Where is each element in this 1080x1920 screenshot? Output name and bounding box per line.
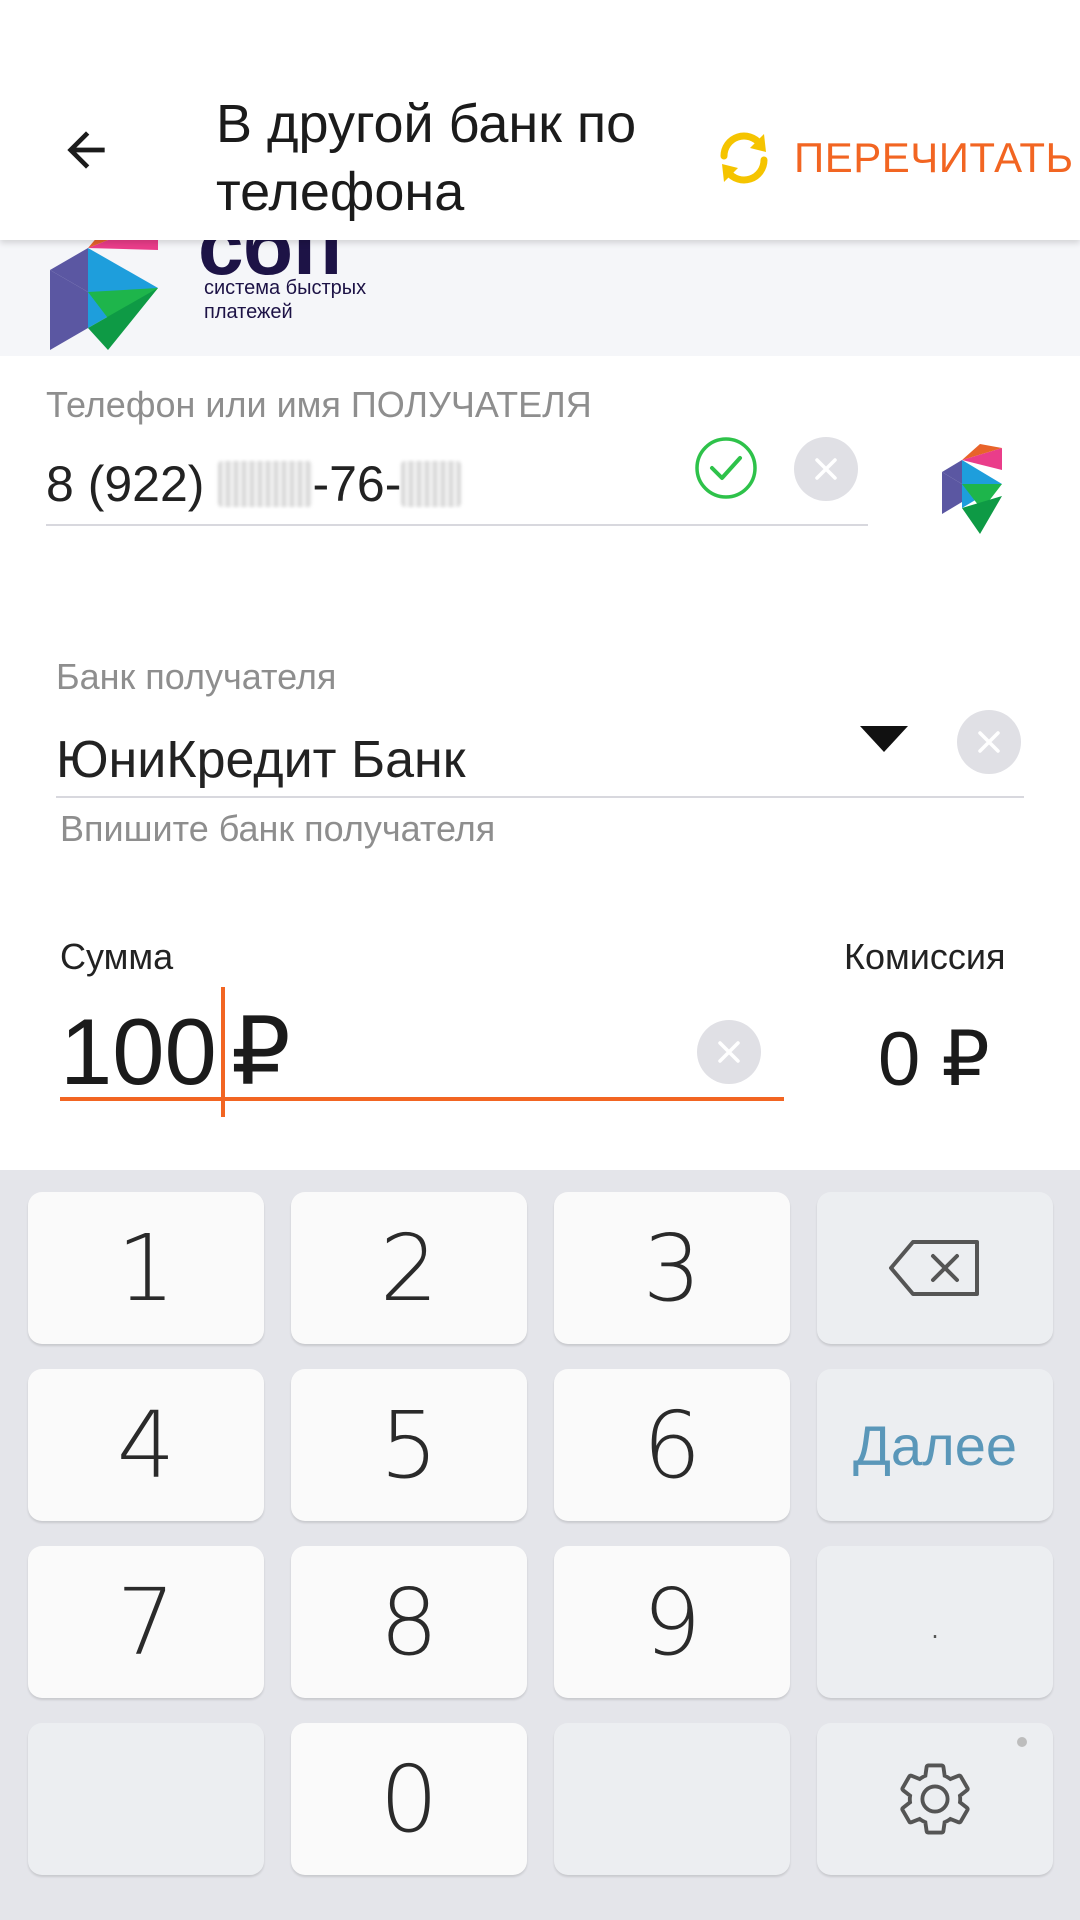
reload-label: ПЕРЕЧИТАТЬ — [794, 134, 1074, 181]
key-6[interactable]: 6 — [554, 1369, 790, 1521]
key-7[interactable]: 7 — [28, 1546, 264, 1698]
close-icon — [718, 1041, 740, 1063]
bank-field-underline — [56, 796, 1024, 798]
key-8[interactable]: 8 — [291, 1546, 527, 1698]
phone-field[interactable]: 8 (922) -76- — [46, 455, 462, 513]
next-key-label: Далее — [852, 1413, 1018, 1477]
key-9[interactable]: 9 — [554, 1546, 790, 1698]
amount-underline — [60, 1097, 784, 1101]
empty-key — [28, 1723, 264, 1875]
close-icon — [978, 731, 1000, 753]
phone-field-underline — [46, 524, 868, 526]
next-key[interactable]: Далее — [817, 1369, 1053, 1521]
reload-button[interactable]: ПЕРЕЧИТАТЬ — [712, 120, 1074, 196]
app-bar: В другой банк по телефона ПЕРЕЧИТАТЬ — [0, 0, 1080, 240]
amount-input[interactable]: 100 ₽ — [60, 987, 291, 1117]
check-circle-icon — [695, 437, 757, 499]
sbp-logo-subtitle: система быстрых платежей — [204, 277, 367, 323]
numeric-keyboard: 1 2 3 4 5 6 Далее 7 8 9 . 0 — [0, 1170, 1080, 1920]
key-3[interactable]: 3 — [554, 1192, 790, 1344]
refresh-icon — [720, 132, 768, 184]
clear-phone-button[interactable] — [794, 437, 858, 501]
key-1[interactable]: 1 — [28, 1192, 264, 1344]
backspace-icon — [889, 1240, 979, 1296]
sbp-logo-icon — [50, 240, 158, 350]
key-2[interactable]: 2 — [291, 1192, 527, 1344]
amount-label: Сумма — [60, 936, 174, 977]
sbp-logo-icon — [942, 444, 1002, 534]
key-4[interactable]: 4 — [28, 1369, 264, 1521]
settings-indicator-dot — [1017, 1737, 1027, 1747]
fee-label: Комиссия — [844, 936, 1006, 977]
amount-currency: ₽ — [230, 998, 291, 1104]
sbp-contacts-button[interactable] — [940, 444, 1020, 545]
close-icon — [815, 458, 837, 480]
bank-field[interactable]: ЮниКредит Банк — [56, 730, 465, 790]
arrow-left-icon — [67, 131, 105, 169]
page-title: В другой банк по телефона — [216, 94, 637, 222]
amount-value: 100 — [60, 999, 217, 1104]
sbp-banner: сбп система быстрых платежей — [0, 240, 1080, 356]
clear-amount-button[interactable] — [697, 1020, 761, 1084]
dot-key-label: . — [927, 1594, 943, 1650]
phone-redacted-block — [218, 461, 313, 507]
key-5[interactable]: 5 — [291, 1369, 527, 1521]
keyboard-settings-key[interactable] — [817, 1723, 1053, 1875]
backspace-key[interactable] — [817, 1192, 1053, 1344]
empty-key — [554, 1723, 790, 1875]
dot-key[interactable]: . — [817, 1546, 1053, 1698]
key-0[interactable]: 0 — [291, 1723, 527, 1875]
phone-redacted-block — [401, 461, 462, 507]
gear-icon — [900, 1763, 970, 1835]
back-button[interactable] — [46, 110, 126, 190]
bank-field-label: Банк получателя — [56, 656, 337, 697]
dropdown-arrow-icon[interactable] — [860, 726, 908, 754]
phone-field-label: Телефон или имя ПОЛУЧАТЕЛЯ — [46, 384, 592, 425]
bank-field-hint: Впишите банк получателя — [60, 808, 496, 849]
phone-middle: -76- — [312, 456, 402, 512]
phone-prefix: 8 (922) — [46, 456, 205, 512]
clear-bank-button[interactable] — [957, 710, 1021, 774]
fee-value: 0 ₽ — [878, 1017, 990, 1102]
